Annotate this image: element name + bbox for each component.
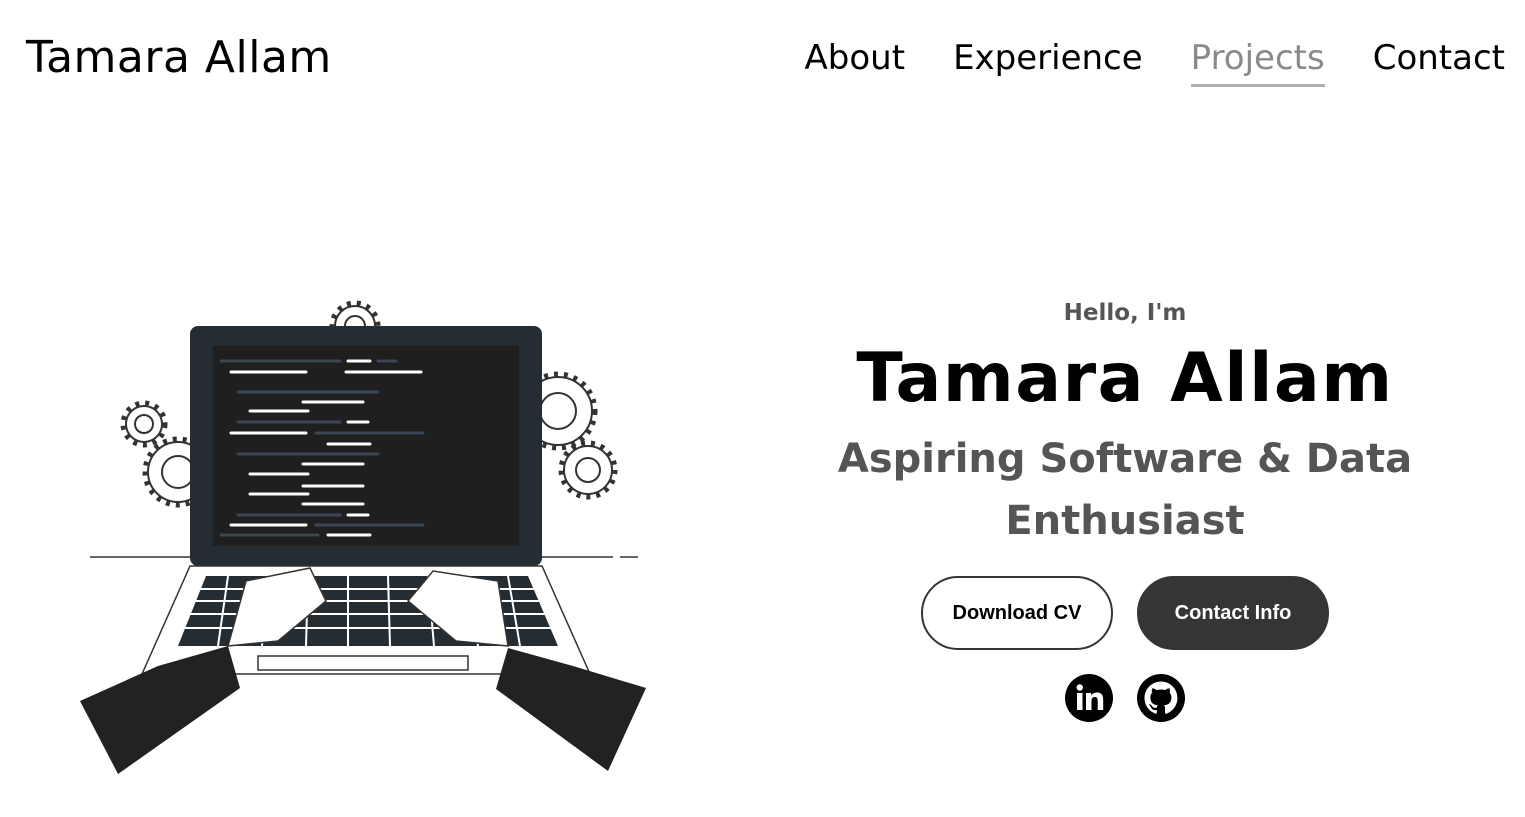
nav-link-contact[interactable]: Contact	[1373, 39, 1505, 87]
github-icon[interactable]	[1137, 674, 1185, 723]
nav-link-about[interactable]: About	[805, 39, 906, 87]
site-logo[interactable]: Tamara Allam	[26, 32, 332, 83]
hero-greeting: Hello, I'm	[1063, 300, 1187, 326]
tagline-line-2: Enthusiast	[1005, 498, 1245, 545]
nav-link-experience[interactable]: Experience	[953, 39, 1143, 87]
nav-link-projects[interactable]: Projects	[1190, 39, 1325, 88]
hero-tagline: Aspiring Software & Data Enthusiast	[820, 428, 1430, 552]
linkedin-icon[interactable]	[1065, 674, 1113, 723]
download-cv-button[interactable]: Download CV	[921, 576, 1113, 651]
hero-buttons: Download CV Contact Info	[820, 576, 1430, 651]
main-nav: About Experience Projects Contact	[805, 39, 1505, 88]
laptop-coding-illustration	[80, 300, 646, 774]
social-links	[820, 674, 1430, 723]
hero-name: Tamara Allam	[856, 339, 1394, 418]
hero-section: Hello, I'm Tamara Allam Aspiring Softwar…	[820, 300, 1430, 723]
tagline-line-1: Aspiring Software & Data	[837, 436, 1413, 483]
contact-info-button[interactable]: Contact Info	[1137, 576, 1329, 651]
